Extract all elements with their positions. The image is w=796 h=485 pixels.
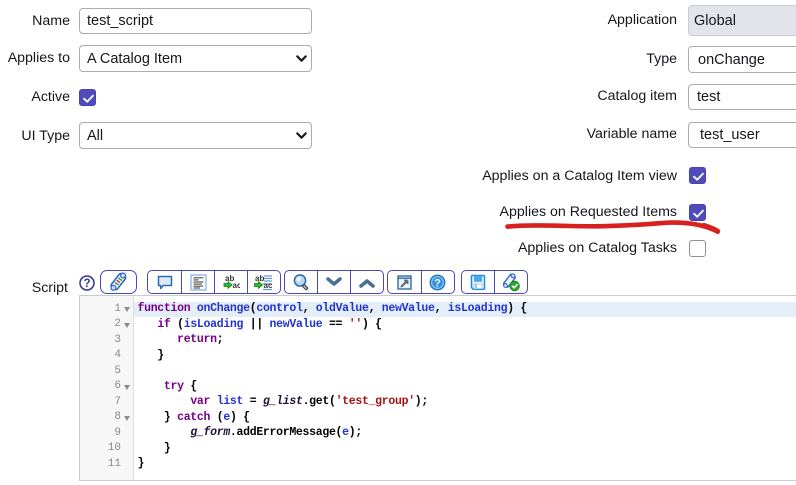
svg-text:ac: ac [232,281,240,290]
svg-text:ac: ac [264,281,273,290]
svg-text:?: ? [83,278,90,290]
svg-text:?: ? [434,277,441,289]
